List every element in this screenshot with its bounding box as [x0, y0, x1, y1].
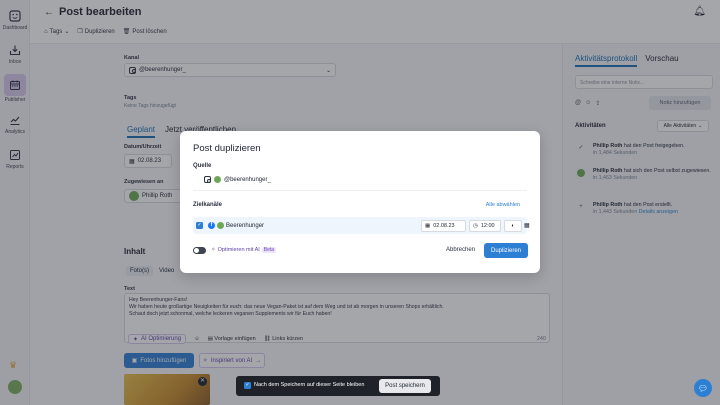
save-bar: ✓ Nach dem Speichern auf dieser Seite bl… [236, 376, 440, 396]
optimize-ai-toggle[interactable] [193, 247, 206, 254]
target-checkbox[interactable]: ✓ [196, 222, 203, 229]
account-avatar [217, 222, 224, 229]
chat-icon[interactable]: 💬︎ [694, 379, 712, 397]
modal-title: Post duplizieren [193, 143, 261, 154]
target-date-input[interactable]: ▦ 02.08.23 [421, 220, 466, 232]
targets-label: Zielkanäle [193, 202, 223, 208]
deselect-all-link[interactable]: Alle abwählen [486, 202, 520, 208]
cancel-button[interactable]: Abbrechen [446, 247, 475, 253]
target-time-input[interactable]: ◷ 12:00 [469, 220, 501, 232]
target-options[interactable]: ◐ [504, 220, 522, 232]
optimize-ai-label: ✧ Optimieren mit AI Beta [211, 247, 277, 253]
grid-icon[interactable]: ▦ [524, 222, 530, 229]
divider [193, 190, 527, 191]
instagram-icon [204, 176, 211, 183]
target-date: 02.08.23 [433, 223, 455, 229]
duplicate-post-modal: Post duplizieren Quelle @beerenhunger_ Z… [180, 131, 540, 273]
source-account-name: @beerenhunger_ [224, 176, 271, 183]
optimize-ai-text: Optimieren mit AI [217, 247, 260, 253]
calendar-small-icon: ▦ [425, 223, 431, 229]
duplicate-confirm-button[interactable]: Duplizieren [484, 243, 528, 258]
sparkle-icon: ✧ [211, 247, 216, 253]
stay-checkbox[interactable]: ✓ [244, 382, 251, 389]
target-channel-row[interactable]: ✓ f Beerenhunger ▦ 02.08.23 ◷ 12:00 ◐ ▦ [193, 217, 530, 234]
facebook-icon: f [208, 222, 215, 229]
target-time: 12:00 [480, 223, 495, 229]
account-avatar [214, 176, 221, 183]
source-label: Quelle [193, 163, 212, 169]
beta-badge: Beta [261, 247, 277, 253]
half-circle-icon: ◐ [511, 223, 515, 229]
stay-label: Nach dem Speichern auf dieser Seite blei… [254, 382, 365, 388]
target-name: Beerenhunger [226, 222, 265, 229]
target-channel: f Beerenhunger [208, 222, 264, 229]
save-post-button[interactable]: Post speichern [379, 379, 431, 393]
source-account: @beerenhunger_ [204, 176, 271, 183]
clock-icon: ◷ [473, 223, 478, 229]
